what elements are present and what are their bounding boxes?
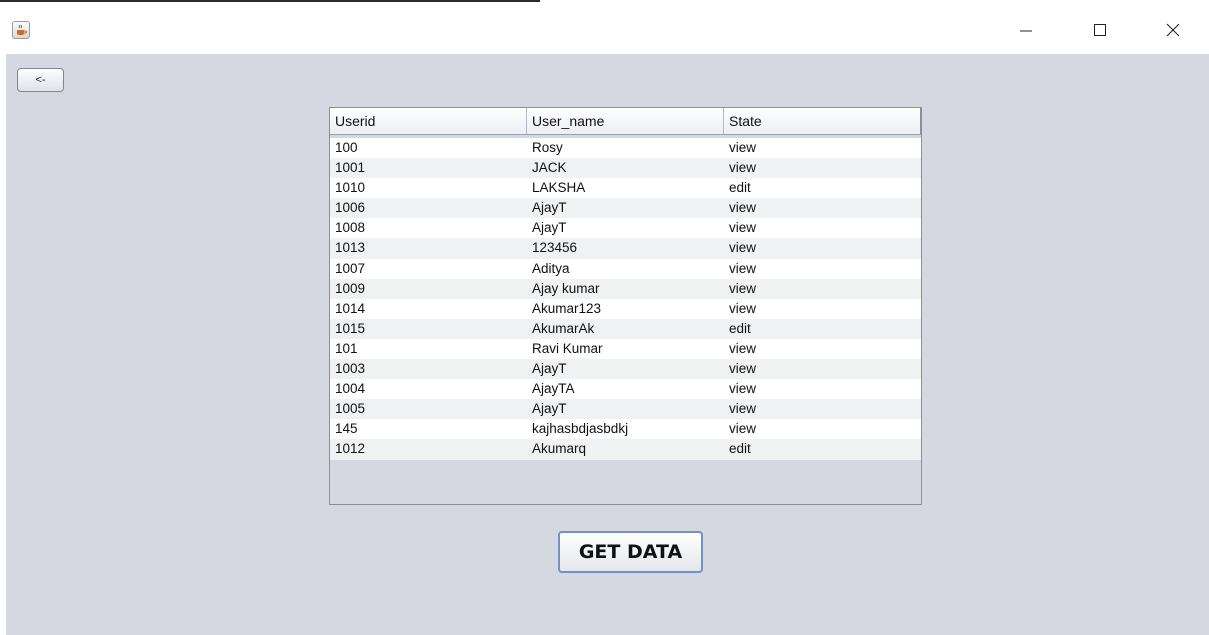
table-body: 100 Rosy view 1001 JACK view 1010 LAKSHA edit 100… xyxy=(330,138,921,460)
cell-userid[interactable]: 1010 xyxy=(330,178,527,198)
cell-state[interactable]: edit xyxy=(724,439,921,459)
cell-state[interactable]: view xyxy=(724,218,921,238)
table-row[interactable]: 1006 AjayT view xyxy=(330,198,921,219)
cell-userid[interactable]: 1003 xyxy=(330,359,527,379)
cell-userid[interactable]: 145 xyxy=(330,419,527,439)
cell-user-name[interactable]: kajhasbdjasbdkj xyxy=(527,419,724,439)
cell-userid[interactable]: 1004 xyxy=(330,379,527,399)
cell-state[interactable]: view xyxy=(724,379,921,399)
minimize-icon xyxy=(1020,30,1032,32)
table-row[interactable]: 101 Ravi Kumar view xyxy=(330,338,921,360)
table-row[interactable]: 100 Rosy view xyxy=(330,138,921,159)
users-table[interactable]: Userid User_name State 100 Rosy view 1001 JA… xyxy=(329,107,922,505)
content-panel: <- Userid User_name State 100 Rosy view 100… xyxy=(6,54,1209,635)
cell-state[interactable]: view xyxy=(724,419,921,439)
cell-userid[interactable]: 1008 xyxy=(330,218,527,238)
cell-state[interactable]: view xyxy=(724,279,921,299)
cell-state[interactable]: view xyxy=(724,259,921,279)
table-row[interactable]: 1003 AjayT view xyxy=(330,359,921,380)
cell-state[interactable]: edit xyxy=(724,178,921,198)
cell-userid[interactable]: 1015 xyxy=(330,319,527,339)
cell-userid[interactable]: 100 xyxy=(330,138,527,158)
cell-state[interactable]: view xyxy=(724,359,921,379)
cell-state[interactable]: view xyxy=(724,299,921,319)
table-row[interactable]: 1014 Akumar123 view xyxy=(330,298,921,319)
cell-user-name[interactable]: Akumarq xyxy=(527,439,724,459)
table-row[interactable]: 1010 LAKSHA edit xyxy=(330,178,921,199)
table-row[interactable]: 1015 AkumarAk edit xyxy=(330,318,921,339)
cell-user-name[interactable]: AjayT xyxy=(527,359,724,379)
cell-userid[interactable]: 1014 xyxy=(330,299,527,319)
table-row[interactable]: 1008 AjayT view xyxy=(330,218,921,239)
table-row[interactable]: 1013 123456 view xyxy=(330,238,921,259)
cell-userid[interactable]: 101 xyxy=(330,339,527,359)
close-button[interactable] xyxy=(1150,10,1196,50)
table-row[interactable]: 145 kajhasbdjasbdkj view xyxy=(330,419,921,440)
table-row[interactable]: 1012 Akumarq edit xyxy=(330,439,921,460)
cell-user-name[interactable]: JACK xyxy=(527,158,724,178)
cell-state[interactable]: view xyxy=(724,339,921,359)
minimize-button[interactable] xyxy=(1003,10,1049,50)
table-row[interactable]: 1001 JACK view xyxy=(330,158,921,179)
table-row[interactable]: 1009 Ajay kumar view xyxy=(330,278,921,299)
cell-user-name[interactable]: LAKSHA xyxy=(527,178,724,198)
cell-user-name[interactable]: AjayTA xyxy=(527,379,724,399)
column-header-state[interactable]: State xyxy=(724,108,921,134)
cell-user-name[interactable]: Ravi Kumar xyxy=(527,339,724,359)
maximize-button[interactable] xyxy=(1077,10,1123,50)
cell-userid[interactable]: 1001 xyxy=(330,158,527,178)
app-window: <- Userid User_name State 100 Rosy view 100… xyxy=(0,0,1209,635)
title-bar xyxy=(0,0,1209,54)
cell-user-name[interactable]: AjayT xyxy=(527,399,724,419)
cell-userid[interactable]: 1012 xyxy=(330,439,527,459)
cell-state[interactable]: view xyxy=(724,198,921,218)
cell-state[interactable]: view xyxy=(724,138,921,158)
cell-state[interactable]: edit xyxy=(724,319,921,339)
cell-state[interactable]: view xyxy=(724,399,921,419)
cell-user-name[interactable]: AkumarAk xyxy=(527,319,724,339)
cell-userid[interactable]: 1009 xyxy=(330,279,527,299)
title-bar-accent xyxy=(0,0,540,2)
back-button[interactable]: <- xyxy=(17,68,64,92)
table-row[interactable]: 1005 AjayT view xyxy=(330,399,921,420)
cell-user-name[interactable]: Rosy xyxy=(527,138,724,158)
column-header-userid[interactable]: Userid xyxy=(330,108,527,134)
cell-userid[interactable]: 1005 xyxy=(330,399,527,419)
java-coffee-icon[interactable] xyxy=(12,21,30,39)
close-icon xyxy=(1166,23,1180,37)
maximize-icon xyxy=(1094,24,1106,36)
cell-user-name[interactable]: Aditya xyxy=(527,259,724,279)
cell-user-name[interactable]: Ajay kumar xyxy=(527,279,724,299)
cell-user-name[interactable]: Akumar123 xyxy=(527,299,724,319)
get-data-button[interactable]: GET DATA xyxy=(558,531,703,573)
cell-user-name[interactable]: AjayT xyxy=(527,198,724,218)
table-header: Userid User_name State xyxy=(330,108,921,135)
cell-user-name[interactable]: AjayT xyxy=(527,218,724,238)
cell-state[interactable]: view xyxy=(724,238,921,258)
table-row[interactable]: 1007 Aditya view xyxy=(330,258,921,279)
cell-user-name[interactable]: 123456 xyxy=(527,238,724,258)
column-header-user-name[interactable]: User_name xyxy=(527,108,724,134)
cell-userid[interactable]: 1006 xyxy=(330,198,527,218)
table-row[interactable]: 1004 AjayTA view xyxy=(330,379,921,400)
cell-userid[interactable]: 1013 xyxy=(330,238,527,258)
cell-userid[interactable]: 1007 xyxy=(330,259,527,279)
cell-state[interactable]: view xyxy=(724,158,921,178)
